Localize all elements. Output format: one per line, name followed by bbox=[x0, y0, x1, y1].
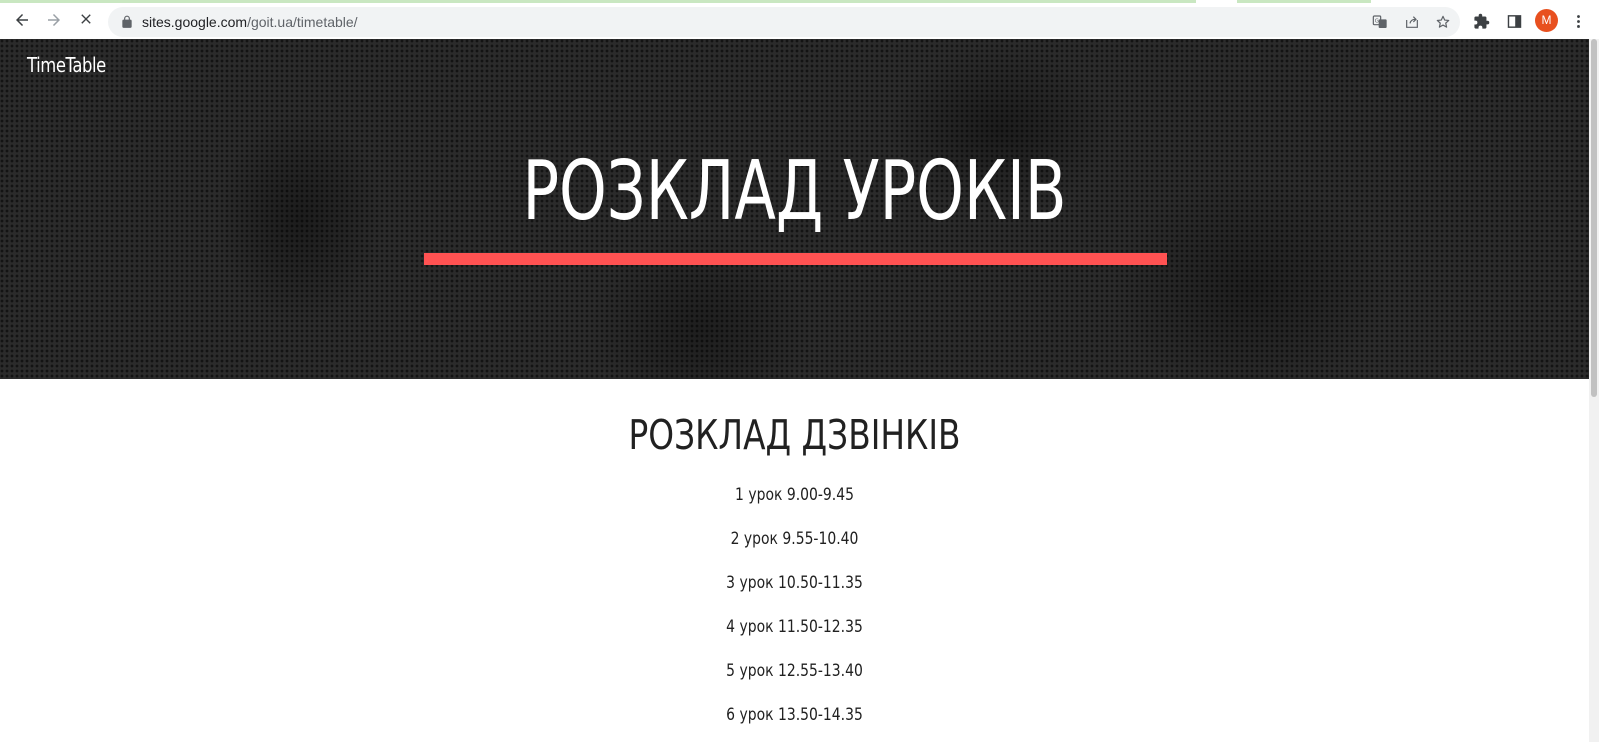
url-host: sites.google.com bbox=[142, 14, 248, 30]
schedule-item: 6 урок 13.50-14.35 bbox=[726, 705, 863, 725]
forward-icon bbox=[48, 14, 60, 26]
scrollbar-thumb[interactable] bbox=[1591, 39, 1597, 397]
side-panel-icon bbox=[1507, 14, 1521, 28]
menu-icon bbox=[1576, 14, 1580, 28]
forward-button[interactable] bbox=[39, 5, 69, 35]
back-button[interactable] bbox=[7, 5, 37, 35]
star-icon bbox=[1436, 15, 1450, 28]
hero-banner: TimeTable РОЗКЛАД УРОКІВ bbox=[0, 39, 1589, 379]
page-scrollbar[interactable] bbox=[1589, 39, 1599, 742]
share-icon bbox=[1406, 16, 1418, 28]
side-panel-button[interactable] bbox=[1502, 9, 1526, 33]
section-title: РОЗКЛАД ДЗВІНКІВ bbox=[628, 411, 961, 459]
lock-icon bbox=[122, 15, 132, 28]
site-title-link[interactable]: TimeTable bbox=[27, 53, 106, 77]
browser-toolbar: sites.google.com/goit.ua/timetable/ G M bbox=[0, 3, 1599, 39]
browser-menu-button[interactable] bbox=[1566, 9, 1590, 33]
translate-button[interactable]: G bbox=[1370, 12, 1390, 32]
translate-icon: G bbox=[1372, 15, 1387, 28]
address-bar[interactable]: sites.google.com/goit.ua/timetable/ G bbox=[108, 7, 1460, 37]
schedule-item: 5 урок 12.55-13.40 bbox=[726, 661, 863, 681]
url-path: /goit.ua/timetable/ bbox=[247, 14, 358, 30]
title-underline bbox=[424, 253, 1167, 265]
extensions-button[interactable] bbox=[1469, 9, 1493, 33]
stop-icon bbox=[81, 14, 91, 24]
schedule-item: 1 урок 9.00-9.45 bbox=[735, 485, 854, 505]
profile-avatar[interactable]: M bbox=[1535, 9, 1558, 32]
back-icon bbox=[16, 14, 28, 26]
bookmark-button[interactable] bbox=[1433, 12, 1453, 32]
share-button[interactable] bbox=[1402, 12, 1422, 32]
svg-text:G: G bbox=[1375, 19, 1379, 25]
schedule-item: 2 урок 9.55-10.40 bbox=[730, 529, 859, 549]
url-text[interactable]: sites.google.com/goit.ua/timetable/ bbox=[142, 7, 358, 37]
page-title: РОЗКЛАД УРОКІВ bbox=[522, 144, 1067, 239]
stop-loading-button[interactable] bbox=[71, 5, 101, 35]
bell-schedule-list: 1 урок 9.00-9.45 2 урок 9.55-10.40 3 уро… bbox=[0, 485, 1589, 749]
schedule-item: 3 урок 10.50-11.35 bbox=[726, 573, 863, 593]
extensions-icon bbox=[1473, 13, 1489, 29]
schedule-item: 4 урок 11.50-12.35 bbox=[726, 617, 863, 637]
